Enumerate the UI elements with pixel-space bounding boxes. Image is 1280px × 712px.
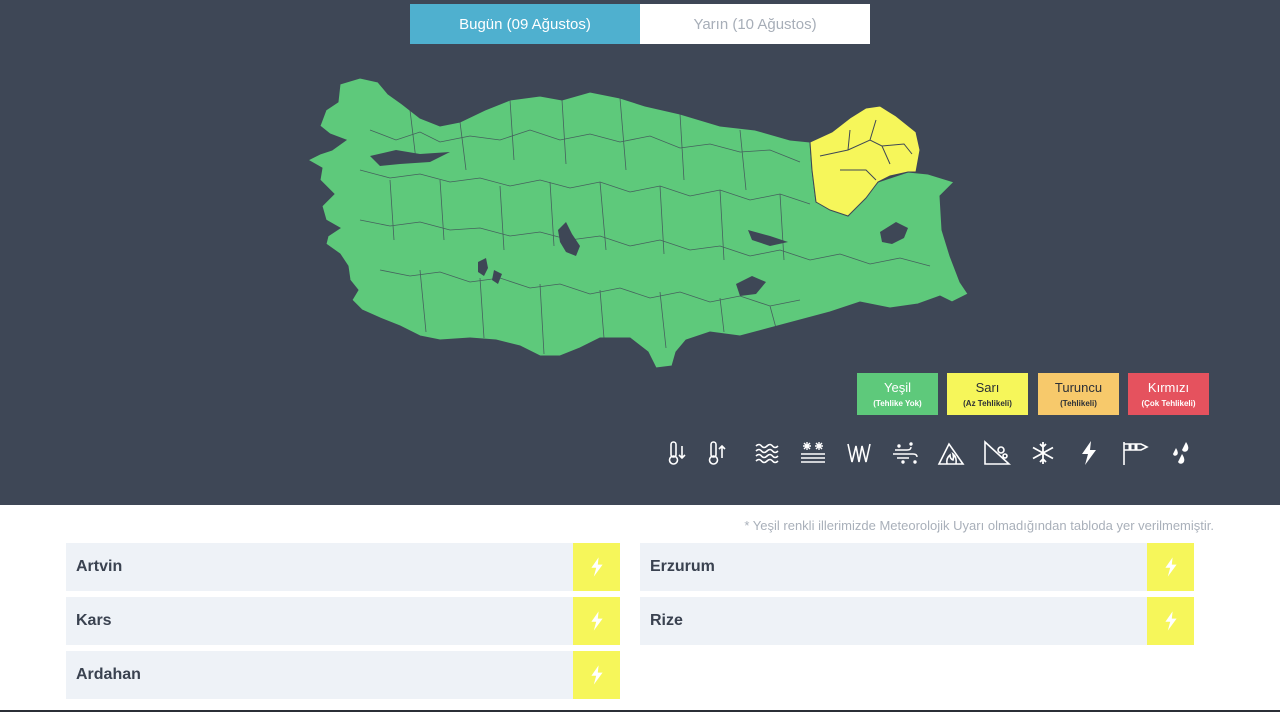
cold-icon[interactable] <box>660 436 694 470</box>
avalanche-grass-icon[interactable] <box>842 436 876 470</box>
province-name: Erzurum <box>650 558 715 575</box>
forest-fire-icon[interactable] <box>934 436 968 470</box>
province-name: Rize <box>650 612 683 629</box>
tab-today[interactable]: Bugün (09 Ağustos) <box>410 4 640 44</box>
map-panel: Bugün (09 Ağustos) Yarın (10 Ağustos) Ye… <box>0 0 1280 505</box>
legend-red-sub: (Çok Tehlikeli) <box>1141 399 1196 408</box>
warning-card-erzurum[interactable]: Erzurum <box>640 543 1194 591</box>
legend-red-title: Kırmızı <box>1147 380 1190 395</box>
legend-green: Yeşil (Tehlike Yok) <box>857 373 938 415</box>
thunderstorm-icon <box>573 543 620 591</box>
province-name: Ardahan <box>76 666 141 683</box>
thunderstorm-icon <box>573 651 620 699</box>
heat-icon[interactable] <box>700 436 734 470</box>
tab-tomorrow[interactable]: Yarın (10 Ağustos) <box>640 4 870 44</box>
legend-orange: Turuncu (Tehlikeli) <box>1038 373 1119 415</box>
fog-icon[interactable] <box>750 436 784 470</box>
rain-icon[interactable] <box>1164 436 1198 470</box>
snow-melt-icon[interactable] <box>796 436 830 470</box>
legend-yellow-sub: (Az Tehlikeli) <box>963 399 1012 408</box>
wind-icon[interactable] <box>1118 436 1152 470</box>
legend-green-title: Yeşil <box>884 380 911 395</box>
legend-orange-sub: (Tehlikeli) <box>1060 399 1097 408</box>
warning-card-ardahan[interactable]: Ardahan <box>66 651 620 699</box>
warning-card-artvin[interactable]: Artvin <box>66 543 620 591</box>
legend-yellow-title: Sarı <box>975 380 1000 395</box>
warning-card-rize[interactable]: Rize <box>640 597 1194 645</box>
landslide-icon[interactable] <box>980 436 1014 470</box>
turkey-warning-map <box>306 77 969 369</box>
legend-red: Kırmızı (Çok Tehlikeli) <box>1128 373 1209 415</box>
dust-icon[interactable] <box>888 436 922 470</box>
date-tabs: Bugün (09 Ağustos) Yarın (10 Ağustos) <box>410 4 870 44</box>
warning-card-kars[interactable]: Kars <box>66 597 620 645</box>
thunderstorm-icon[interactable] <box>1072 436 1106 470</box>
legend-yellow: Sarı (Az Tehlikeli) <box>947 373 1028 415</box>
legend-green-sub: (Tehlike Yok) <box>873 399 922 408</box>
thunderstorm-icon <box>573 597 620 645</box>
thunderstorm-icon <box>1147 543 1194 591</box>
province-name: Kars <box>76 612 112 629</box>
snow-icon[interactable] <box>1026 436 1060 470</box>
province-name: Artvin <box>76 558 123 575</box>
legend-orange-title: Turuncu <box>1054 380 1103 395</box>
thunderstorm-icon <box>1147 597 1194 645</box>
no-warning-note: * Yeşil renkli illerimizde Meteorolojik … <box>744 518 1214 533</box>
